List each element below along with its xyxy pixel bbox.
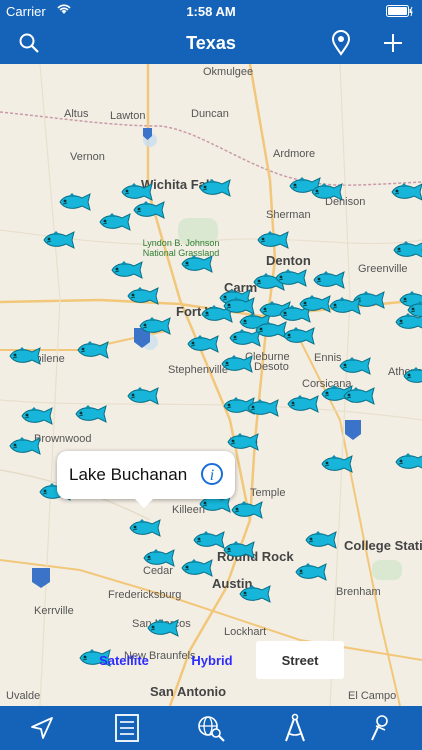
fish-marker[interactable] — [184, 334, 222, 354]
fish-marker[interactable] — [284, 394, 322, 414]
fish-marker[interactable] — [400, 366, 422, 386]
fish-marker[interactable] — [326, 296, 364, 316]
fish-marker[interactable] — [144, 618, 182, 638]
fish-marker[interactable] — [244, 398, 282, 418]
status-bar: Carrier 1:58 AM — [0, 0, 422, 22]
fish-marker[interactable] — [392, 452, 422, 472]
page-title: Texas — [186, 33, 236, 53]
fish-marker[interactable] — [302, 530, 340, 550]
city-label: San Antonio — [150, 684, 227, 699]
city-label: Vernon — [70, 151, 105, 163]
location-pin-icon[interactable] — [326, 28, 356, 58]
fish-marker[interactable] — [388, 182, 422, 202]
city-label: Ardmore — [273, 148, 316, 160]
fish-marker[interactable] — [140, 548, 178, 568]
fish-marker[interactable] — [72, 404, 110, 424]
fish-marker[interactable] — [56, 192, 94, 212]
compass-tool-icon[interactable] — [253, 706, 337, 750]
fish-marker[interactable] — [280, 326, 318, 346]
city-label: Lockhart — [224, 626, 267, 638]
fish-marker[interactable] — [308, 182, 346, 202]
fish-marker[interactable] — [340, 386, 378, 406]
fish-marker[interactable] — [108, 260, 146, 280]
city-label: Sherman — [266, 209, 311, 221]
fish-marker[interactable] — [124, 386, 162, 406]
city-label: Fredericksburg — [108, 589, 182, 601]
fish-marker[interactable] — [18, 406, 56, 426]
map-type-satellite[interactable]: Satellite — [80, 641, 168, 679]
fish-marker[interactable] — [292, 562, 330, 582]
city-label: Brenham — [336, 586, 381, 598]
city-label: Lawton — [110, 110, 146, 122]
fish-marker[interactable] — [126, 518, 164, 538]
callout-title: Lake Buchanan — [69, 465, 188, 484]
fish-marker[interactable] — [6, 436, 44, 456]
fish-marker[interactable] — [404, 300, 422, 320]
city-label: Okmulgee — [203, 66, 254, 78]
map-type-street[interactable]: Street — [256, 641, 344, 679]
fish-marker[interactable] — [220, 540, 258, 560]
fish-marker[interactable] — [224, 432, 262, 452]
fish-marker[interactable] — [124, 286, 162, 306]
map-type-hybrid[interactable]: Hybrid — [168, 641, 256, 679]
fish-marker[interactable] — [40, 230, 78, 250]
fish-marker[interactable] — [196, 178, 234, 198]
city-label: Altus — [64, 108, 89, 120]
fish-marker[interactable] — [236, 584, 274, 604]
fish-marker[interactable] — [310, 270, 348, 290]
map-type-segment: Satellite Hybrid Street — [80, 641, 344, 679]
pin-icon[interactable] — [338, 706, 422, 750]
fish-marker[interactable] — [272, 268, 310, 288]
city-label: Uvalde — [6, 690, 41, 702]
fish-marker[interactable] — [136, 316, 174, 336]
map-view[interactable]: Altus Lawton Duncan Okmulgee Vernon Ardmore Wi… — [0, 64, 422, 706]
city-label: College Station — [344, 538, 422, 553]
lake-callout[interactable]: Lake Buchanan i — [57, 451, 235, 508]
battery-icon — [386, 5, 414, 20]
fish-marker[interactable] — [6, 346, 44, 366]
fish-marker[interactable] — [130, 200, 168, 220]
fish-marker[interactable] — [336, 356, 374, 376]
city-label: Denton — [266, 253, 311, 268]
fish-marker[interactable] — [318, 454, 356, 474]
fish-marker[interactable] — [228, 500, 266, 520]
info-icon[interactable]: i — [201, 463, 223, 485]
fish-marker[interactable] — [178, 254, 216, 274]
add-button[interactable] — [378, 28, 408, 58]
city-label: Greenville — [358, 263, 408, 275]
fish-marker[interactable] — [74, 340, 112, 360]
fish-marker[interactable] — [218, 354, 256, 374]
navigation-bar: Texas — [0, 22, 422, 64]
city-label: Kerrville — [34, 605, 74, 617]
globe-search-icon[interactable] — [169, 706, 253, 750]
city-label: Temple — [250, 487, 286, 499]
location-arrow-icon[interactable] — [0, 706, 84, 750]
fish-marker[interactable] — [254, 230, 292, 250]
fish-marker[interactable] — [118, 182, 156, 202]
fish-marker[interactable] — [390, 240, 422, 260]
fish-marker[interactable] — [96, 212, 134, 232]
tab-bar — [0, 706, 422, 750]
fish-marker[interactable] — [178, 558, 216, 578]
city-label: El Campo — [348, 690, 397, 702]
clock: 1:58 AM — [186, 4, 236, 19]
list-icon[interactable] — [84, 706, 168, 750]
city-label: Duncan — [191, 108, 229, 120]
